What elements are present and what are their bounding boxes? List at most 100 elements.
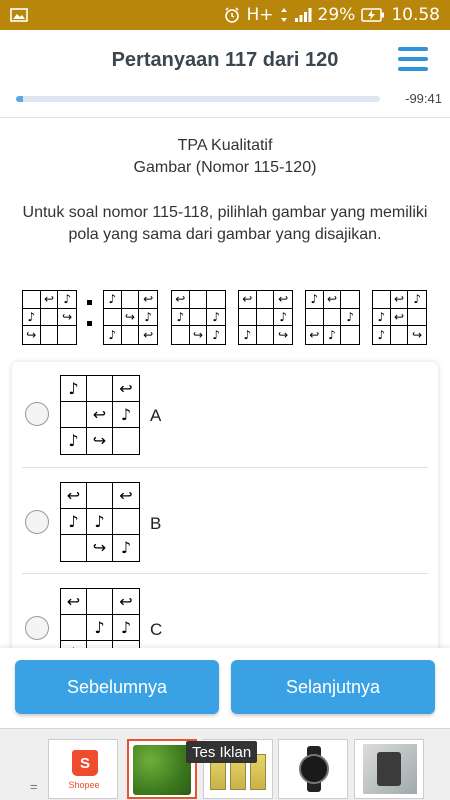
symbol-glyph: ♪ (120, 404, 132, 424)
ad-item-phone-case[interactable] (354, 739, 424, 799)
grid-cell: ♪ (373, 308, 391, 327)
status-bar: H+ 29% 10.58 (0, 0, 450, 30)
symbol-glyph: ♪ (346, 309, 354, 324)
symbol-glyph: ♪ (120, 538, 132, 557)
grid-cell: ↩ (40, 291, 59, 309)
symbol-glyph: ↩ (43, 292, 55, 307)
grid-cell (58, 326, 76, 344)
grass-image (133, 745, 191, 795)
grid-cell: ↩ (306, 326, 324, 344)
symbol-glyph: ↩ (143, 292, 154, 307)
grid-cell (189, 308, 208, 327)
grid-cell (40, 308, 59, 327)
option-b[interactable]: ↩ ↩ ♪ ♪ ↪ ♪ B (12, 468, 438, 574)
radio-option-c[interactable] (25, 616, 49, 640)
page-title: Pertanyaan 117 dari 120 (111, 49, 339, 71)
option-b-label: B (150, 514, 162, 533)
grid-cell (104, 308, 122, 327)
grid-cell (87, 589, 113, 615)
symbol-glyph: ↪ (278, 328, 289, 343)
grid-cell (61, 535, 87, 561)
symbol-glyph: ♪ (68, 511, 79, 531)
alarm-icon (223, 6, 241, 24)
radio-option-a[interactable] (25, 402, 49, 426)
grid-cell (391, 326, 409, 344)
grid-cell: ↩ (113, 589, 139, 615)
symbol-glyph: ↩ (66, 591, 81, 611)
symbol-glyph: ♪ (94, 617, 105, 637)
network-type: H+ (246, 5, 274, 25)
grid-cell (172, 326, 190, 344)
grid-cell (122, 326, 140, 344)
shopee-label: Shopee (68, 780, 100, 790)
grid-cell: ♪ (341, 309, 359, 327)
progress-bar (16, 96, 380, 102)
clock: 10.58 (391, 5, 440, 25)
symbol-glyph: ♪ (27, 309, 36, 324)
grid-cell: ♪ (23, 308, 41, 327)
symbol-glyph: ↩ (393, 292, 405, 307)
grid-cell: ↩ (239, 291, 257, 309)
grid-cell: ↪ (58, 309, 76, 327)
grid-cell (23, 291, 41, 309)
symbol-glyph: ↪ (124, 309, 136, 324)
symbol-glyph: ↩ (393, 309, 405, 324)
option-c-label: C (150, 620, 163, 639)
grid-cell: ↩ (61, 483, 87, 509)
option-a[interactable]: ♪ ↩ ↩ ♪ ♪ ↪ A (12, 362, 438, 468)
question-text: Untuk soal nomor 115-118, pilihlah gamba… (22, 204, 428, 243)
grid-cell: ↩ (323, 291, 342, 309)
grid-cell (189, 291, 208, 309)
symbol-glyph: ♪ (413, 292, 421, 307)
ad-tooltip: Tes Iklan (186, 741, 258, 763)
grid-cell (239, 308, 257, 327)
symbol-glyph: ↩ (278, 292, 289, 307)
grid-cell (61, 402, 87, 428)
option-a-label: A (150, 406, 162, 425)
grid-cell: ♪ (239, 326, 257, 344)
sequence-figure-2: ♪ ↩ ↪ ♪ ♪ ↩ (103, 290, 158, 345)
symbol-glyph: ♪ (68, 378, 79, 398)
symbol-glyph: ↩ (326, 292, 338, 307)
grid-cell: ↩ (61, 589, 87, 615)
battery-percent: 29% (317, 5, 356, 25)
grid-cell (41, 326, 59, 344)
grid-cell: ↪ (408, 326, 426, 344)
symbol-glyph: ♪ (68, 431, 79, 450)
grid-cell: ♪ (61, 428, 87, 454)
image-icon (10, 8, 28, 22)
grid-cell (113, 428, 139, 454)
previous-button[interactable]: Sebelumnya (15, 660, 219, 714)
ad-item-watch[interactable] (278, 739, 348, 799)
section-range: Gambar (Nomor 115-120) (133, 159, 317, 176)
ad-item-shopee[interactable]: S Shopee (48, 739, 118, 799)
grid-cell: ↩ (139, 326, 157, 344)
grid-cell: ↪ (87, 428, 113, 454)
sequence-figure-4: ↩ ↩ ♪ ♪ ↪ (238, 290, 293, 345)
ad-banner[interactable]: = S Shopee Tes Iklan (0, 728, 450, 800)
symbol-glyph: ♪ (212, 309, 220, 324)
grid-cell: ↪ (121, 308, 140, 327)
signal-icon (294, 7, 312, 23)
symbol-glyph: ♪ (328, 328, 336, 343)
grid-cell (306, 308, 324, 327)
grid-cell: ↩ (172, 291, 190, 309)
symbol-glyph: ↪ (26, 328, 37, 343)
grid-cell: ↪ (23, 326, 41, 344)
grid-cell: ↩ (390, 308, 409, 327)
symbol-glyph: ↪ (92, 431, 107, 450)
sequence-figure-1: ↩ ♪ ♪ ↪ ↪ (22, 290, 77, 345)
grid-cell (61, 615, 87, 641)
ad-menu-icon[interactable]: = (30, 779, 38, 794)
symbol-glyph: ♪ (243, 328, 252, 343)
symbol-glyph: ♪ (144, 309, 152, 324)
question-header: Pertanyaan 117 dari 120 -99:41 (0, 30, 450, 118)
grid-cell: ♪ (113, 615, 139, 641)
hamburger-menu-icon[interactable] (398, 47, 428, 73)
smartwatch-image (297, 746, 331, 792)
data-arrows-icon (280, 7, 288, 23)
radio-option-b[interactable] (25, 510, 49, 534)
grid-cell: ♪ (104, 291, 122, 309)
symbol-glyph: ↪ (62, 309, 73, 324)
next-button[interactable]: Selanjutnya (231, 660, 435, 714)
